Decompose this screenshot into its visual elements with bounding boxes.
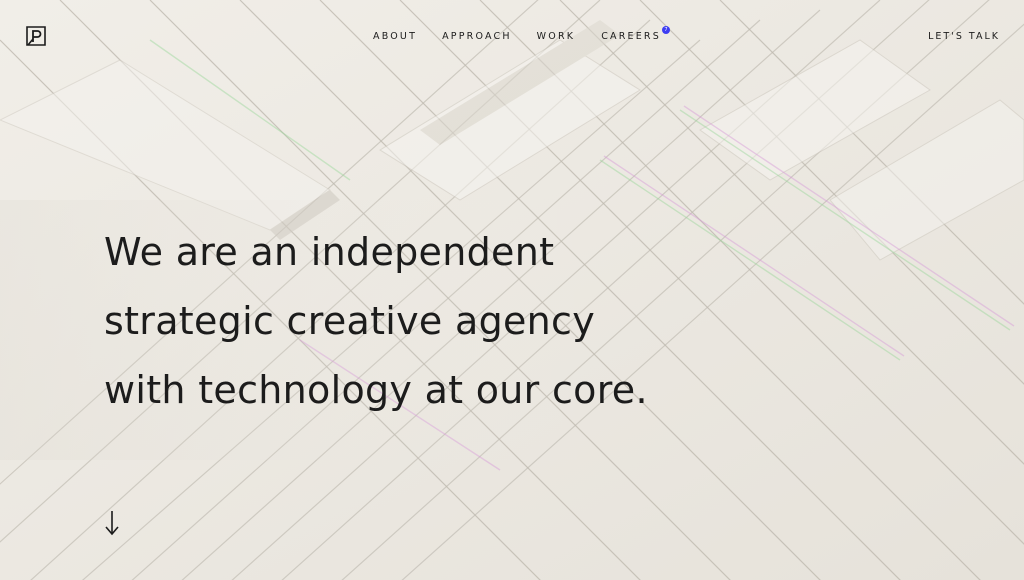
agency-logo-icon[interactable] [24, 24, 48, 48]
hero-headline: We are an independent strategic creative… [104, 218, 648, 425]
nav-link-work[interactable]: WORK [537, 31, 576, 42]
hero-line: strategic creative agency [104, 299, 596, 343]
careers-count-badge: 7 [661, 26, 670, 34]
nav-link-about[interactable]: ABOUT [373, 31, 417, 42]
arrow-down-icon[interactable] [104, 510, 120, 536]
lets-talk-link[interactable]: LET'S TALK [928, 31, 1000, 42]
nav-link-careers-label: CAREERS [601, 31, 661, 42]
nav-link-approach[interactable]: APPROACH [442, 31, 512, 42]
nav-link-careers[interactable]: CAREERS 7 [601, 26, 670, 42]
main-nav: ABOUT APPROACH WORK CAREERS 7 [373, 26, 670, 42]
page: ABOUT APPROACH WORK CAREERS 7 LET'S TALK… [0, 0, 1024, 580]
hero-line: We are an independent [104, 230, 555, 274]
hero-line: with technology at our core. [104, 368, 648, 412]
